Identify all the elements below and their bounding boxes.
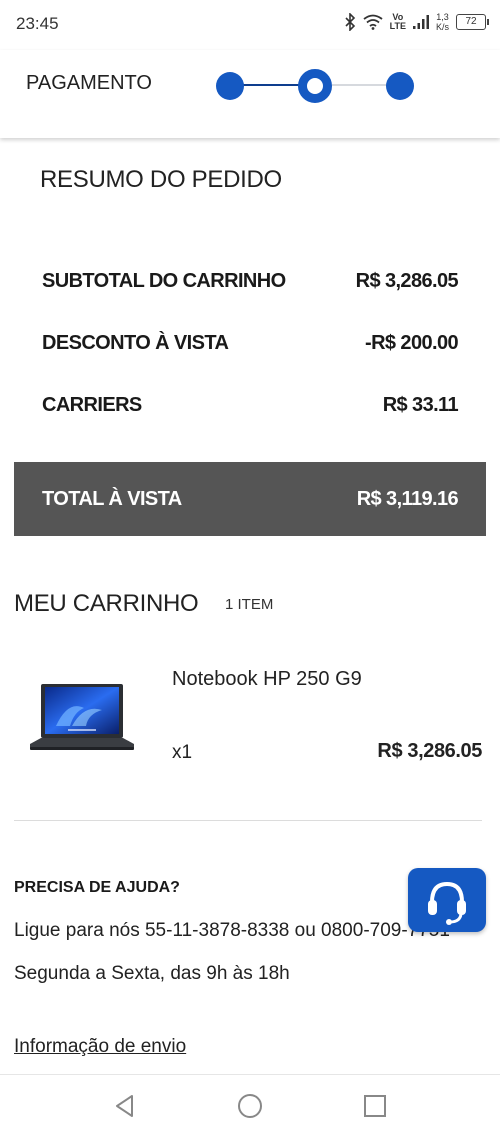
help-phone-line[interactable]: Ligue para nós 55-11-3878-8338 ou 0800-7…	[14, 920, 450, 942]
wifi-icon	[363, 14, 383, 30]
total-value: R$ 3,119.16	[356, 487, 459, 510]
order-summary-title: RESUMO DO PEDIDO	[40, 166, 282, 193]
step-2-dot-current	[298, 69, 332, 103]
total-bar: TOTAL À VISTA R$ 3,119.16	[14, 462, 486, 536]
status-icons: Vo LTE 1,3 K/s 72	[344, 12, 489, 32]
product-name[interactable]: Notebook HP 250 G9	[172, 668, 362, 691]
shipping-info-link[interactable]: Informação de envio	[14, 1036, 186, 1058]
subtotal-row: SUBTOTAL DO CARRINHO R$ 3,286.05	[42, 270, 459, 293]
total-label: TOTAL À VISTA	[42, 487, 182, 510]
help-title: PRECISA DE AJUDA?	[14, 879, 180, 896]
discount-row: DESCONTO À VISTA -R$ 200.00	[42, 332, 459, 355]
discount-label: DESCONTO À VISTA	[42, 332, 229, 354]
cart-title: MEU CARRINHO	[14, 590, 199, 617]
net-speed-value: 1,3	[436, 12, 449, 22]
lte-bottom: LTE	[389, 21, 406, 31]
net-speed: 1,3 K/s	[436, 12, 449, 32]
lte-indicator: Vo LTE	[390, 13, 406, 31]
help-hours-line: Segunda a Sexta, das 9h às 18h	[14, 963, 290, 984]
product-price: R$ 3,286.05	[377, 740, 482, 762]
support-chat-button[interactable]	[408, 868, 486, 932]
step-3-dot	[386, 72, 414, 100]
subtotal-value: R$ 3,286.05	[355, 270, 459, 292]
bluetooth-icon	[344, 13, 356, 31]
status-bar: 23:45 Vo LTE 1,3 K/s 72	[0, 0, 500, 50]
net-speed-unit: K/s	[435, 22, 449, 32]
shipping-row: CARRIERS R$ 33.11	[42, 394, 459, 417]
headset-icon	[428, 881, 466, 925]
recents-icon[interactable]	[362, 1093, 388, 1124]
system-nav-bar	[0, 1074, 500, 1140]
status-time: 23:45	[16, 14, 59, 33]
laptop-image	[30, 684, 134, 750]
product-quantity: x1	[172, 742, 193, 763]
battery-icon: 72	[456, 14, 489, 30]
product-image[interactable]	[28, 682, 136, 754]
back-icon[interactable]	[112, 1093, 138, 1124]
step-1-dot[interactable]	[216, 72, 244, 100]
shipping-label: CARRIERS	[42, 394, 142, 416]
signal-icon	[412, 15, 429, 29]
cart-item-count: 1 ITEM	[225, 596, 274, 613]
checkout-stepper	[214, 68, 420, 103]
home-icon[interactable]	[237, 1093, 263, 1124]
checkout-header: PAGAMENTO	[0, 50, 500, 138]
page-title: PAGAMENTO	[26, 72, 152, 94]
shipping-value: R$ 33.11	[382, 394, 459, 416]
discount-value: -R$ 200.00	[365, 332, 459, 354]
divider	[14, 820, 482, 821]
subtotal-label: SUBTOTAL DO CARRINHO	[42, 270, 286, 292]
